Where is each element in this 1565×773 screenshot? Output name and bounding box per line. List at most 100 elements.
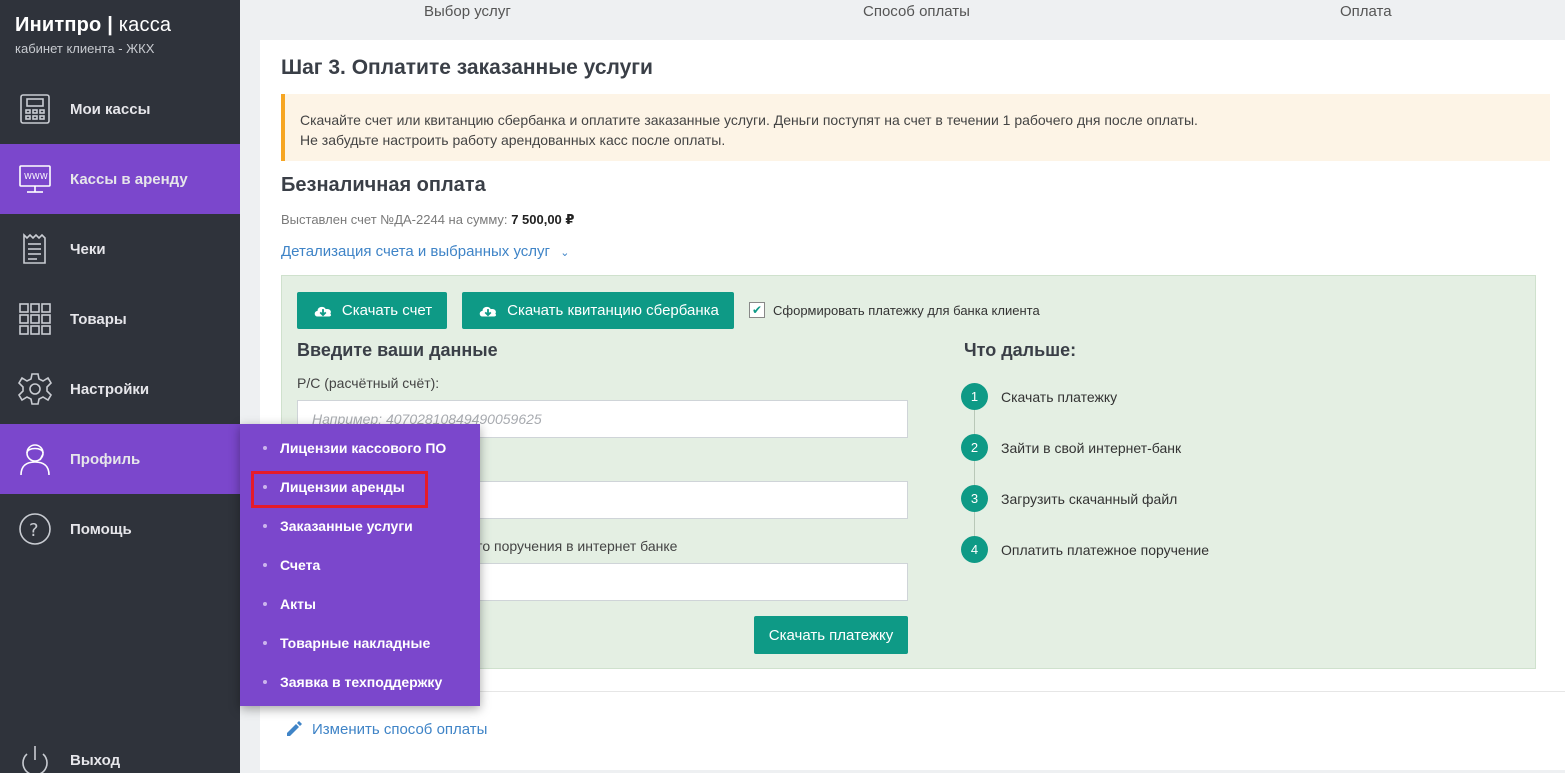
notice-line-1: Скачайте счет или квитанцию сбербанка и …: [300, 112, 1198, 128]
bullet-icon: [263, 446, 267, 450]
change-payment-link[interactable]: Изменить способ оплаты: [284, 719, 487, 739]
receipt-icon: [16, 230, 54, 268]
submenu-item-label: Лицензии аренды: [280, 479, 405, 495]
sidebar-item-logout[interactable]: Выход: [0, 725, 240, 773]
change-payment-label: Изменить способ оплаты: [312, 720, 488, 738]
pencil-icon: [287, 721, 302, 736]
submenu-item-label: Товарные накладные: [280, 635, 431, 651]
submenu-item-label: Счета: [280, 557, 321, 573]
sidebar-item-my-cashboxes[interactable]: Мои кассы: [0, 74, 240, 144]
brand-title-bold: Инитпро: [15, 14, 102, 36]
sidebar-item-label: Помощь: [70, 520, 132, 538]
question-icon: ?: [16, 510, 54, 548]
sidebar-item-receipts[interactable]: Чеки: [0, 214, 240, 284]
invoice-info: Выставлен счет №ДА-2244 на сумму: 7 500,…: [281, 212, 574, 228]
page-title: Шаг 3. Оплатите заказанные услуги: [281, 56, 653, 79]
user-icon: [16, 440, 54, 478]
notice-line-2: Не забудьте настроить работу арендованны…: [300, 132, 726, 148]
client-bank-checkbox-label: Сформировать платежку для банка клиента: [773, 302, 1040, 318]
sidebar-item-label: Товары: [70, 310, 127, 328]
section-title: Безналичная оплата: [281, 174, 486, 196]
submenu-item-label: Заказанные услуги: [280, 518, 413, 534]
step-number-badge: 1: [961, 383, 988, 410]
notice-banner: Скачайте счет или квитанцию сбербанка и …: [281, 94, 1550, 161]
chevron-down-icon: ⌄: [560, 247, 570, 259]
brand-title-separator: |: [107, 14, 114, 36]
brand-subtitle: кабинет клиента - ЖКХ: [15, 41, 155, 56]
submenu-item-rent-licenses[interactable]: Лицензии аренды: [240, 469, 480, 505]
download-sber-button[interactable]: Скачать квитанцию сбербанка: [462, 292, 734, 329]
next-steps-title: Что дальше:: [964, 340, 1077, 360]
bullet-icon: [263, 524, 267, 528]
sidebar-item-label: Кассы в аренду: [70, 170, 188, 188]
submenu-item-waybills[interactable]: Товарные накладные: [240, 625, 480, 661]
submenu-item-ordered-services[interactable]: Заказанные услуги: [240, 508, 480, 544]
download-payment-button[interactable]: Скачать платежку: [754, 616, 908, 654]
next-step-text: Зайти в свой интернет-банк: [1001, 439, 1182, 456]
download-sber-label: Скачать квитанцию сбербанка: [507, 302, 719, 319]
next-step-text: Загрузить скачанный файл: [1001, 490, 1178, 507]
sidebar-item-label: Чеки: [70, 240, 106, 258]
brand[interactable]: Инитпро | касса кабинет клиента - ЖКХ: [15, 14, 171, 56]
submenu-item-invoices[interactable]: Счета: [240, 547, 480, 583]
brand-title-light: касса: [118, 14, 172, 36]
invoice-prefix: Выставлен счет №ДА-2244 на сумму:: [281, 212, 508, 227]
step-payment: Оплата: [1340, 3, 1392, 20]
submenu-item-acts[interactable]: Акты: [240, 586, 480, 622]
sidebar: Инитпро | касса кабинет клиента - ЖКХ Мо…: [0, 0, 240, 773]
invoice-amount: 7 500,00 ₽: [511, 212, 575, 227]
svg-text:?: ?: [29, 520, 39, 541]
sidebar-item-help[interactable]: ? Помощь: [0, 494, 240, 564]
next-step-item: 4 Оплатить платежное поручение: [961, 536, 1209, 563]
client-bank-checkbox[interactable]: ✔ Сформировать платежку для банка клиент…: [749, 302, 1040, 318]
next-step-text: Скачать платежку: [1001, 388, 1118, 405]
download-payment-label: Скачать платежку: [768, 626, 894, 644]
submenu-item-software-licenses[interactable]: Лицензии кассового ПО: [240, 430, 480, 466]
bullet-icon: [263, 563, 267, 567]
payment-order-label: ного поручения в интернет банке: [462, 538, 678, 554]
cloud-download-icon: [479, 306, 497, 316]
download-invoice-label: Скачать счет: [341, 302, 433, 319]
sidebar-item-label: Мои кассы: [70, 100, 151, 118]
submenu-item-label: Акты: [280, 596, 316, 612]
sidebar-item-settings[interactable]: Настройки: [0, 354, 240, 424]
next-step-item: 2 Зайти в свой интернет-банк: [961, 434, 1181, 461]
sidebar-item-goods[interactable]: Товары: [0, 284, 240, 354]
cash-register-icon: [16, 90, 54, 128]
sidebar-item-label: Выход: [70, 751, 121, 769]
bullet-icon: [263, 641, 267, 645]
svg-text:WWW: WWW: [24, 172, 48, 181]
www-monitor-icon: WWW: [16, 160, 54, 198]
sidebar-item-label: Настройки: [70, 380, 150, 398]
next-step-text: Оплатить платежное поручение: [1001, 541, 1210, 558]
submenu-item-label: Заявка в техподдержку: [280, 674, 443, 690]
step-payment-method: Способ оплаты: [863, 3, 970, 20]
next-step-item: 1 Скачать платежку: [961, 383, 1117, 410]
sidebar-item-rent-cashboxes[interactable]: WWW Кассы в аренду: [0, 144, 240, 214]
cloud-download-icon: [314, 306, 331, 316]
step-number-badge: 4: [961, 536, 988, 563]
gear-icon: [16, 370, 54, 408]
step-number-badge: 2: [961, 434, 988, 461]
submenu-item-label: Лицензии кассового ПО: [280, 440, 447, 456]
sidebar-item-label: Профиль: [70, 450, 141, 468]
checkmark-icon[interactable]: ✔: [749, 302, 765, 318]
step-number-badge: 3: [961, 485, 988, 512]
brand-title: Инитпро | касса: [15, 14, 171, 37]
next-step-item: 3 Загрузить скачанный файл: [961, 485, 1177, 512]
bullet-icon: [263, 602, 267, 606]
sidebar-item-profile[interactable]: Профиль: [0, 424, 240, 494]
form-title: Введите ваши данные: [297, 340, 498, 360]
account-field-label: Р/С (расчётный счёт):: [297, 375, 440, 391]
download-invoice-button[interactable]: Скачать счет: [297, 292, 447, 329]
submenu-item-support-request[interactable]: Заявка в техподдержку: [240, 664, 480, 700]
profile-submenu: Лицензии кассового ПО Лицензии аренды За…: [240, 424, 480, 706]
power-icon: [16, 741, 54, 773]
invoice-detail-link[interactable]: Детализация счета и выбранных услуг ⌄: [281, 243, 569, 260]
bullet-icon: [263, 680, 267, 684]
invoice-detail-link-label: Детализация счета и выбранных услуг: [281, 243, 551, 260]
timeline-line: [974, 396, 975, 548]
grid-icon: [16, 300, 54, 338]
steps-progress: Выбор услуг Способ оплаты Оплата: [240, 0, 1565, 28]
bullet-icon: [263, 485, 267, 489]
